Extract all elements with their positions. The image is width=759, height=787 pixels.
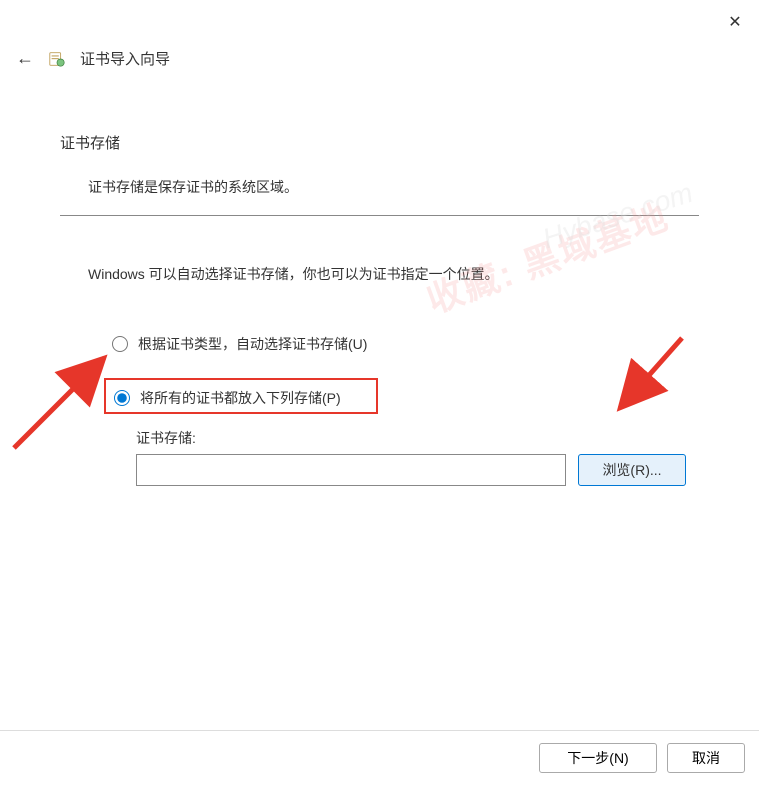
content-area: 证书存储 证书存储是保存证书的系统区域。 Windows 可以自动选择证书存储，…: [60, 132, 699, 486]
radio-auto-label: 根据证书类型，自动选择证书存储(U): [138, 334, 367, 354]
browse-button[interactable]: 浏览(R)...: [578, 454, 686, 486]
highlighted-option: 将所有的证书都放入下列存储(P): [104, 378, 378, 414]
store-input-row: 浏览(R)...: [136, 454, 699, 486]
cancel-button[interactable]: 取消: [667, 743, 745, 773]
divider: [60, 215, 699, 216]
wizard-header: ← 证书导入向导: [16, 48, 170, 69]
close-button[interactable]: ✕: [725, 12, 745, 32]
radio-group: 根据证书类型，自动选择证书存储(U): [112, 334, 699, 354]
store-label: 证书存储:: [136, 428, 699, 448]
back-arrow-icon[interactable]: ←: [16, 48, 34, 69]
radio-manual-input[interactable]: [114, 390, 130, 406]
next-button[interactable]: 下一步(N): [539, 743, 657, 773]
wizard-title: 证书导入向导: [80, 48, 170, 69]
instruction-text: Windows 可以自动选择证书存储，你也可以为证书指定一个位置。: [88, 264, 699, 284]
radio-auto-input[interactable]: [112, 336, 128, 352]
radio-auto-select[interactable]: 根据证书类型，自动选择证书存储(U): [112, 334, 699, 354]
section-description: 证书存储是保存证书的系统区域。: [88, 177, 699, 197]
radio-manual-select[interactable]: 将所有的证书都放入下列存储(P): [114, 388, 368, 408]
section-heading: 证书存储: [60, 132, 699, 153]
radio-manual-label: 将所有的证书都放入下列存储(P): [140, 388, 341, 408]
certificate-store-input[interactable]: [136, 454, 566, 486]
dialog-footer: 下一步(N) 取消: [0, 730, 759, 773]
certificate-wizard-icon: [48, 50, 66, 68]
